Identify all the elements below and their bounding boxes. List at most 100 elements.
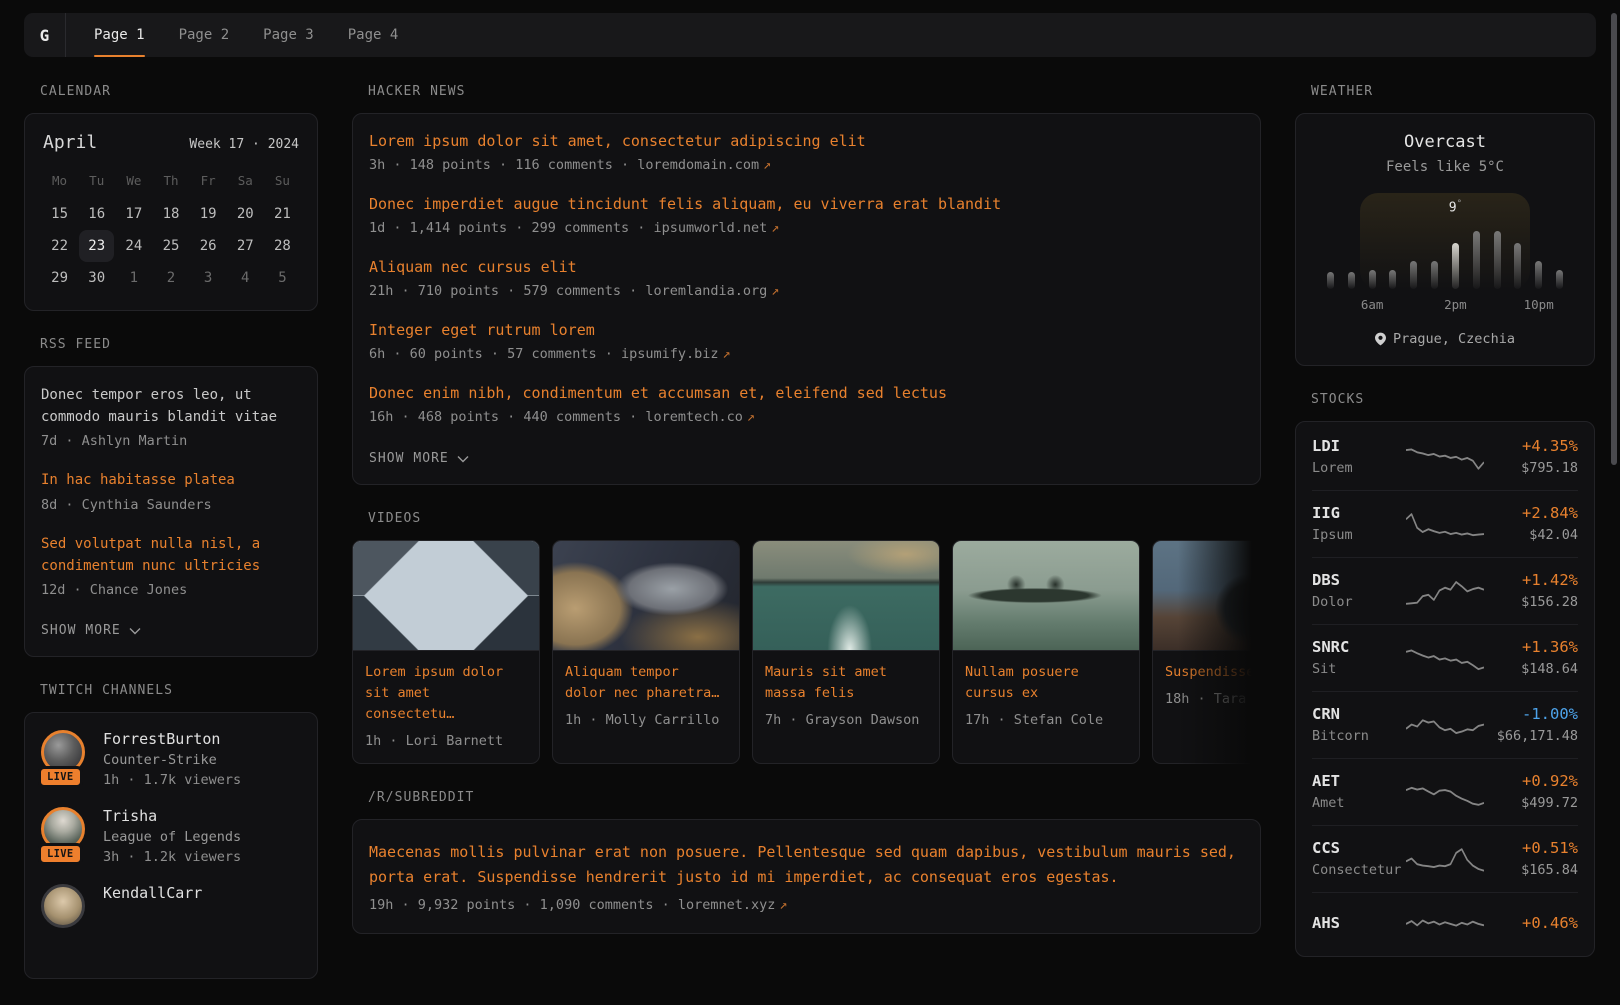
- tab-page-4[interactable]: Page 4: [348, 13, 399, 57]
- hackernews-item: Donec enim nibh, condimentum et accumsan…: [369, 384, 1244, 425]
- weather-bar: [1410, 261, 1417, 289]
- calendar-day: 5: [265, 262, 300, 294]
- calendar-day-selected: 23: [79, 230, 114, 262]
- weather-section: WEATHER Overcast Feels like 5°C 9° 6am2p…: [1295, 84, 1595, 366]
- live-badge: LIVE: [38, 766, 83, 788]
- chevron-down-icon: [129, 627, 141, 635]
- twitch-avatar-wrap: [41, 884, 87, 942]
- video-card[interactable]: Lorem ipsum dolor sit amet consectetu…1h…: [352, 540, 540, 764]
- tab-page-3[interactable]: Page 3: [263, 13, 314, 57]
- rss-widget: Donec tempor eros leo, ut commodo mauris…: [24, 366, 318, 657]
- app-logo[interactable]: G: [24, 13, 65, 57]
- show-more-label: SHOW MORE: [41, 623, 121, 638]
- weather-hour-label: 6am: [1361, 297, 1384, 312]
- hackernews-section: HACKER NEWS Lorem ipsum dolor sit amet, …: [352, 84, 1261, 485]
- hackernews-item-title[interactable]: Donec enim nibh, condimentum et accumsan…: [369, 384, 1244, 402]
- video-title: Nullam posuere cursus ex: [965, 662, 1127, 704]
- stock-name: Sit: [1312, 661, 1398, 677]
- video-meta: 7h · Grayson Dawson: [765, 712, 927, 728]
- page-tabs: Page 1 Page 2 Page 3 Page 4: [66, 13, 398, 57]
- calendar-day: 29: [42, 262, 77, 294]
- tab-page-2[interactable]: Page 2: [179, 13, 230, 57]
- stock-name: Dolor: [1312, 594, 1398, 610]
- calendar-weekday-label: Mo: [41, 167, 78, 198]
- calendar-section: CALENDAR April Week 17 · 2024 MoTuWeThFr…: [24, 84, 318, 311]
- active-tab-underline: [94, 55, 145, 57]
- stock-info: IIGIpsum: [1312, 504, 1398, 543]
- twitch-channel-game: League of Legends: [103, 829, 241, 845]
- hackernews-item-title[interactable]: Lorem ipsum dolor sit amet, consectetur …: [369, 132, 1244, 150]
- external-link-icon: ↗: [771, 283, 779, 299]
- video-thumbnail: [953, 541, 1139, 651]
- rss-item-title[interactable]: Donec tempor eros leo, ut commodo mauris…: [41, 385, 301, 428]
- daylight-highlight: [1360, 193, 1531, 289]
- stock-symbol: SNRC: [1312, 638, 1398, 656]
- hackernews-item-title[interactable]: Integer eget rutrum lorem: [369, 321, 1244, 339]
- weather-location-text: Prague, Czechia: [1393, 331, 1515, 347]
- stock-price: $156.28: [1492, 594, 1578, 610]
- hackernews-item-meta: 21h · 710 points · 579 comments · loreml…: [369, 283, 1244, 299]
- stock-row: IIGIpsum+2.84%$42.04: [1312, 490, 1578, 557]
- calendar-day: 3: [191, 262, 226, 294]
- twitch-channel[interactable]: KendallCarr: [41, 884, 301, 942]
- rss-item-title[interactable]: In hac habitasse platea: [41, 470, 301, 492]
- stocks-section-title: STOCKS: [1311, 392, 1595, 407]
- stock-change: +0.51%: [1492, 839, 1578, 857]
- live-badge: LIVE: [38, 843, 83, 865]
- stock-values: +0.51%$165.84: [1492, 839, 1578, 878]
- rss-item-title[interactable]: Sed volutpat nulla nisl, a condimentum n…: [41, 534, 301, 577]
- calendar-day: 19: [191, 198, 226, 230]
- map-pin-icon: [1375, 332, 1386, 346]
- video-card[interactable]: Aliquam tempor dolor nec pharetra…1h · M…: [552, 540, 740, 764]
- weather-hour-label: 2pm: [1444, 297, 1467, 312]
- stock-change: +0.46%: [1492, 914, 1578, 932]
- calendar-month: April: [43, 132, 97, 153]
- hackernews-item-title[interactable]: Donec imperdiet augue tincidunt felis al…: [369, 195, 1244, 213]
- hackernews-item-title[interactable]: Aliquam nec cursus elit: [369, 258, 1244, 276]
- show-more-label: SHOW MORE: [369, 451, 449, 466]
- subreddit-widget: Maecenas mollis pulvinar erat non posuer…: [352, 819, 1261, 935]
- scrollbar-thumb[interactable]: [1611, 13, 1617, 465]
- calendar-weekday-label: Fr: [190, 167, 227, 198]
- video-card[interactable]: Mauris sit amet massa felis7h · Grayson …: [752, 540, 940, 764]
- twitch-section-title: TWITCH CHANNELS: [40, 683, 318, 698]
- calendar-day: 16: [79, 198, 114, 230]
- rss-section: RSS FEED Donec tempor eros leo, ut commo…: [24, 337, 318, 657]
- stock-sparkline: [1406, 906, 1484, 940]
- stock-price: $795.18: [1492, 460, 1578, 476]
- tab-label: Page 3: [263, 27, 314, 43]
- stock-symbol: AHS: [1312, 914, 1398, 932]
- video-card[interactable]: Nullam posuere cursus ex 17h · Stefan Col…: [952, 540, 1140, 764]
- video-thumbnail: [753, 541, 939, 651]
- stock-name: Amet: [1312, 795, 1398, 811]
- calendar-day: 22: [42, 230, 77, 262]
- stock-price: $42.04: [1492, 527, 1578, 543]
- stock-row: AHS +0.46%: [1312, 892, 1578, 954]
- stock-info: SNRC Sit: [1312, 638, 1398, 677]
- rss-show-more-button[interactable]: SHOW MORE: [41, 623, 141, 638]
- weather-section-title: WEATHER: [1311, 84, 1595, 99]
- hackernews-show-more-button[interactable]: SHOW MORE: [369, 451, 469, 466]
- video-meta: 17h · Stefan Cole: [965, 712, 1127, 728]
- weather-hour-labels: 6am 2pm 10pm: [1327, 297, 1563, 313]
- stock-info: CCSConsectetur: [1312, 839, 1398, 878]
- twitch-channel[interactable]: LIVEForrestBurtonCounter-Strike1h · 1.7k…: [41, 730, 301, 788]
- calendar-day: 17: [116, 198, 151, 230]
- calendar-day: 25: [153, 230, 188, 262]
- rss-section-title: RSS FEED: [40, 337, 318, 352]
- video-card[interactable]: Suspendisse diam18h · Tara: [1152, 540, 1261, 764]
- weather-hour-label: 10pm: [1524, 297, 1554, 312]
- weather-bar: [1473, 231, 1480, 289]
- calendar-day: 27: [228, 230, 263, 262]
- avatar: [41, 884, 85, 928]
- subreddit-post-title[interactable]: Maecenas mollis pulvinar erat non posuer…: [369, 840, 1244, 890]
- tab-label: Page 4: [348, 27, 399, 43]
- video-thumbnail: [1153, 541, 1261, 651]
- video-card-body: Nullam posuere cursus ex 17h · Stefan Col…: [953, 651, 1139, 742]
- degree-symbol: °: [1457, 199, 1462, 209]
- twitch-channel[interactable]: LIVETrishaLeague of Legends3h · 1.2k vie…: [41, 807, 301, 865]
- twitch-channel-meta: 3h · 1.2k viewers: [103, 849, 241, 865]
- stock-name: Consectetur: [1312, 862, 1398, 878]
- stock-info: AETAmet: [1312, 772, 1398, 811]
- tab-page-1[interactable]: Page 1: [94, 13, 145, 57]
